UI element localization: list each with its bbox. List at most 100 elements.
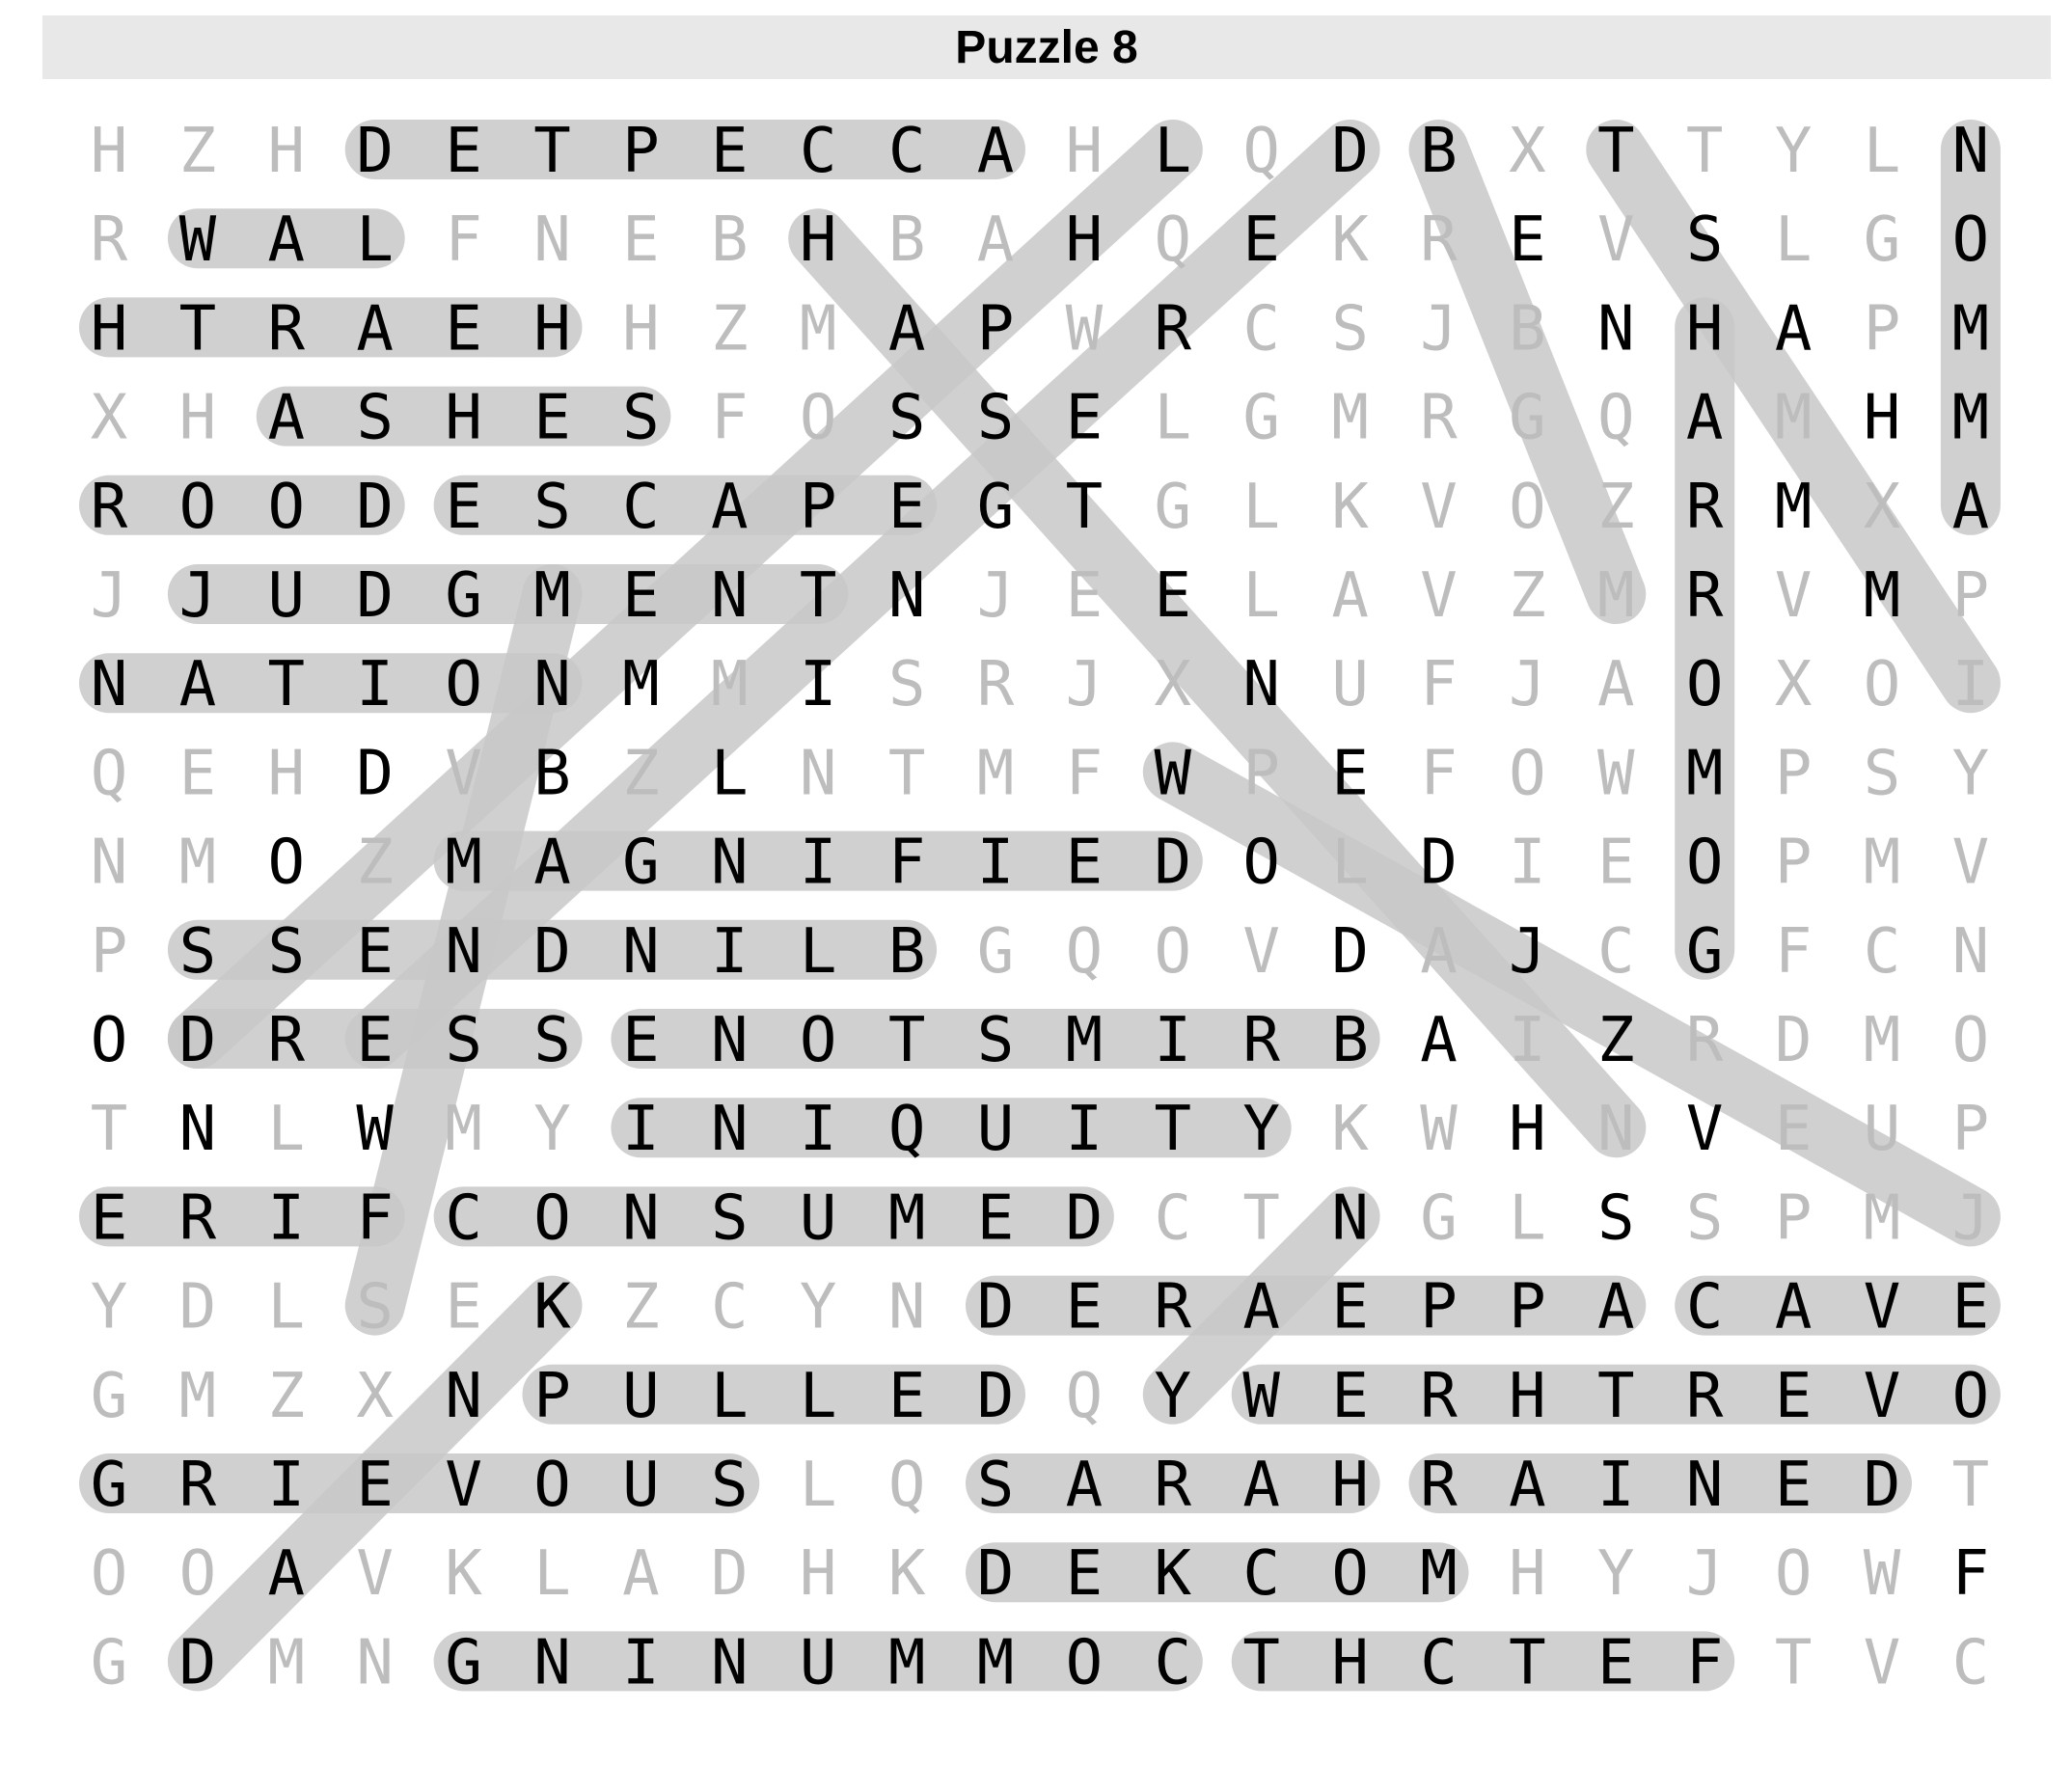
grid-letter: M xyxy=(1686,738,1724,809)
grid-letter: Q xyxy=(1597,383,1635,454)
grid-letter: O xyxy=(1155,916,1192,988)
grid-letter: P xyxy=(1242,738,1280,809)
grid-letter: H xyxy=(1331,1450,1369,1521)
grid-letter: L xyxy=(356,204,394,276)
grid-letter: G xyxy=(91,1627,128,1698)
grid-letter: N xyxy=(533,649,571,720)
grid-letter: M xyxy=(977,738,1015,809)
grid-letter: A xyxy=(1242,1450,1280,1521)
grid-letter: U xyxy=(1331,649,1369,720)
grid-letter: M xyxy=(1864,828,1901,899)
grid-letter: T xyxy=(800,560,837,632)
grid-letter: T xyxy=(1242,1182,1280,1254)
grid-letter: L xyxy=(1155,116,1192,187)
grid-letter: A xyxy=(533,828,571,899)
grid-letter: Q xyxy=(1155,204,1192,276)
grid-letter: R xyxy=(1420,204,1458,276)
grid-letter: D xyxy=(356,472,394,543)
grid-letter: K xyxy=(1331,472,1369,543)
grid-letter: A xyxy=(356,293,394,365)
grid-letter: C xyxy=(1155,1627,1192,1698)
grid-letter: S xyxy=(1864,738,1901,809)
grid-letter: A xyxy=(268,1538,306,1610)
grid-letter: O xyxy=(1686,649,1724,720)
grid-letter: A xyxy=(977,116,1015,187)
grid-letter: N xyxy=(1597,293,1635,365)
grid-letter: L xyxy=(800,1450,837,1521)
grid-letter: Z xyxy=(711,293,749,365)
grid-letter: S xyxy=(356,383,394,454)
grid-letter: M xyxy=(711,649,749,720)
grid-letter: W xyxy=(1155,738,1192,809)
grid-letter: B xyxy=(1331,1005,1369,1076)
grid-letter: H xyxy=(622,293,660,365)
grid-letter: R xyxy=(1155,1272,1192,1344)
grid-letter: E xyxy=(356,1005,394,1076)
grid-letter: J xyxy=(1686,1538,1724,1610)
grid-letter: X xyxy=(91,383,128,454)
grid-letter: D xyxy=(711,1538,749,1610)
grid-letter: A xyxy=(622,1538,660,1610)
grid-letter: R xyxy=(1686,1361,1724,1432)
grid-letter: N xyxy=(888,560,926,632)
grid-letter: Y xyxy=(1775,116,1813,187)
grid-letter: I xyxy=(711,916,749,988)
grid-letter: O xyxy=(1509,472,1546,543)
grid-letter: R xyxy=(179,1450,217,1521)
grid-letter: N xyxy=(711,1627,749,1698)
grid-letter: I xyxy=(1155,1005,1192,1076)
grid-letter: P xyxy=(1775,1182,1813,1254)
grid-letter: I xyxy=(1066,1094,1104,1165)
grid-letter: R xyxy=(91,204,128,276)
grid-letter: N xyxy=(445,1361,482,1432)
grid-letter: X xyxy=(1864,472,1901,543)
grid-letter: N xyxy=(711,1005,749,1076)
grid-letter: S xyxy=(622,383,660,454)
grid-letter: F xyxy=(356,1182,394,1254)
grid-letter: Z xyxy=(356,828,394,899)
grid-letter: X xyxy=(356,1361,394,1432)
grid-letter: D xyxy=(1420,828,1458,899)
grid-letter: R xyxy=(268,1005,306,1076)
grid-letter: S xyxy=(445,1005,482,1076)
grid-letter: M xyxy=(179,1361,217,1432)
grid-letter: R xyxy=(1155,293,1192,365)
grid-letter: I xyxy=(1597,1450,1635,1521)
grid-letter: F xyxy=(445,204,482,276)
grid-letter: Y xyxy=(1952,738,1990,809)
grid-letter: C xyxy=(1420,1627,1458,1698)
grid-letter: O xyxy=(1952,1361,1990,1432)
grid-letter: V xyxy=(1686,1094,1724,1165)
grid-letter: U xyxy=(977,1094,1015,1165)
grid-letter: S xyxy=(1686,204,1724,276)
grid-letter: F xyxy=(1420,738,1458,809)
grid-letter: X xyxy=(1509,116,1546,187)
grid-letter: D xyxy=(1155,828,1192,899)
grid-letter: Z xyxy=(179,116,217,187)
grid-letter: E xyxy=(1775,1361,1813,1432)
grid-letter: P xyxy=(1420,1272,1458,1344)
grid-letter: Q xyxy=(888,1094,926,1165)
grid-letter: N xyxy=(533,1627,571,1698)
grid-letter: Q xyxy=(1066,916,1104,988)
grid-letter: R xyxy=(1686,560,1724,632)
grid-letter: Z xyxy=(268,1361,306,1432)
grid-letter: N xyxy=(1242,649,1280,720)
grid-letter: Z xyxy=(622,1272,660,1344)
grid-letter: N xyxy=(445,916,482,988)
grid-letter: H xyxy=(800,204,837,276)
grid-letter: E xyxy=(1331,1272,1369,1344)
grid-letter: E xyxy=(1952,1272,1990,1344)
grid-letter: N xyxy=(711,828,749,899)
grid-letter: V xyxy=(356,1538,394,1610)
grid-letter: R xyxy=(91,472,128,543)
grid-letter: J xyxy=(179,560,217,632)
grid-letter: M xyxy=(977,1627,1015,1698)
grid-letter: I xyxy=(622,1627,660,1698)
grid-letter: L xyxy=(800,916,837,988)
grid-letter: O xyxy=(1952,1005,1990,1076)
grid-letter: G xyxy=(1509,383,1546,454)
grid-letter: I xyxy=(800,649,837,720)
grid-letter: B xyxy=(888,916,926,988)
grid-letter: E xyxy=(445,1272,482,1344)
